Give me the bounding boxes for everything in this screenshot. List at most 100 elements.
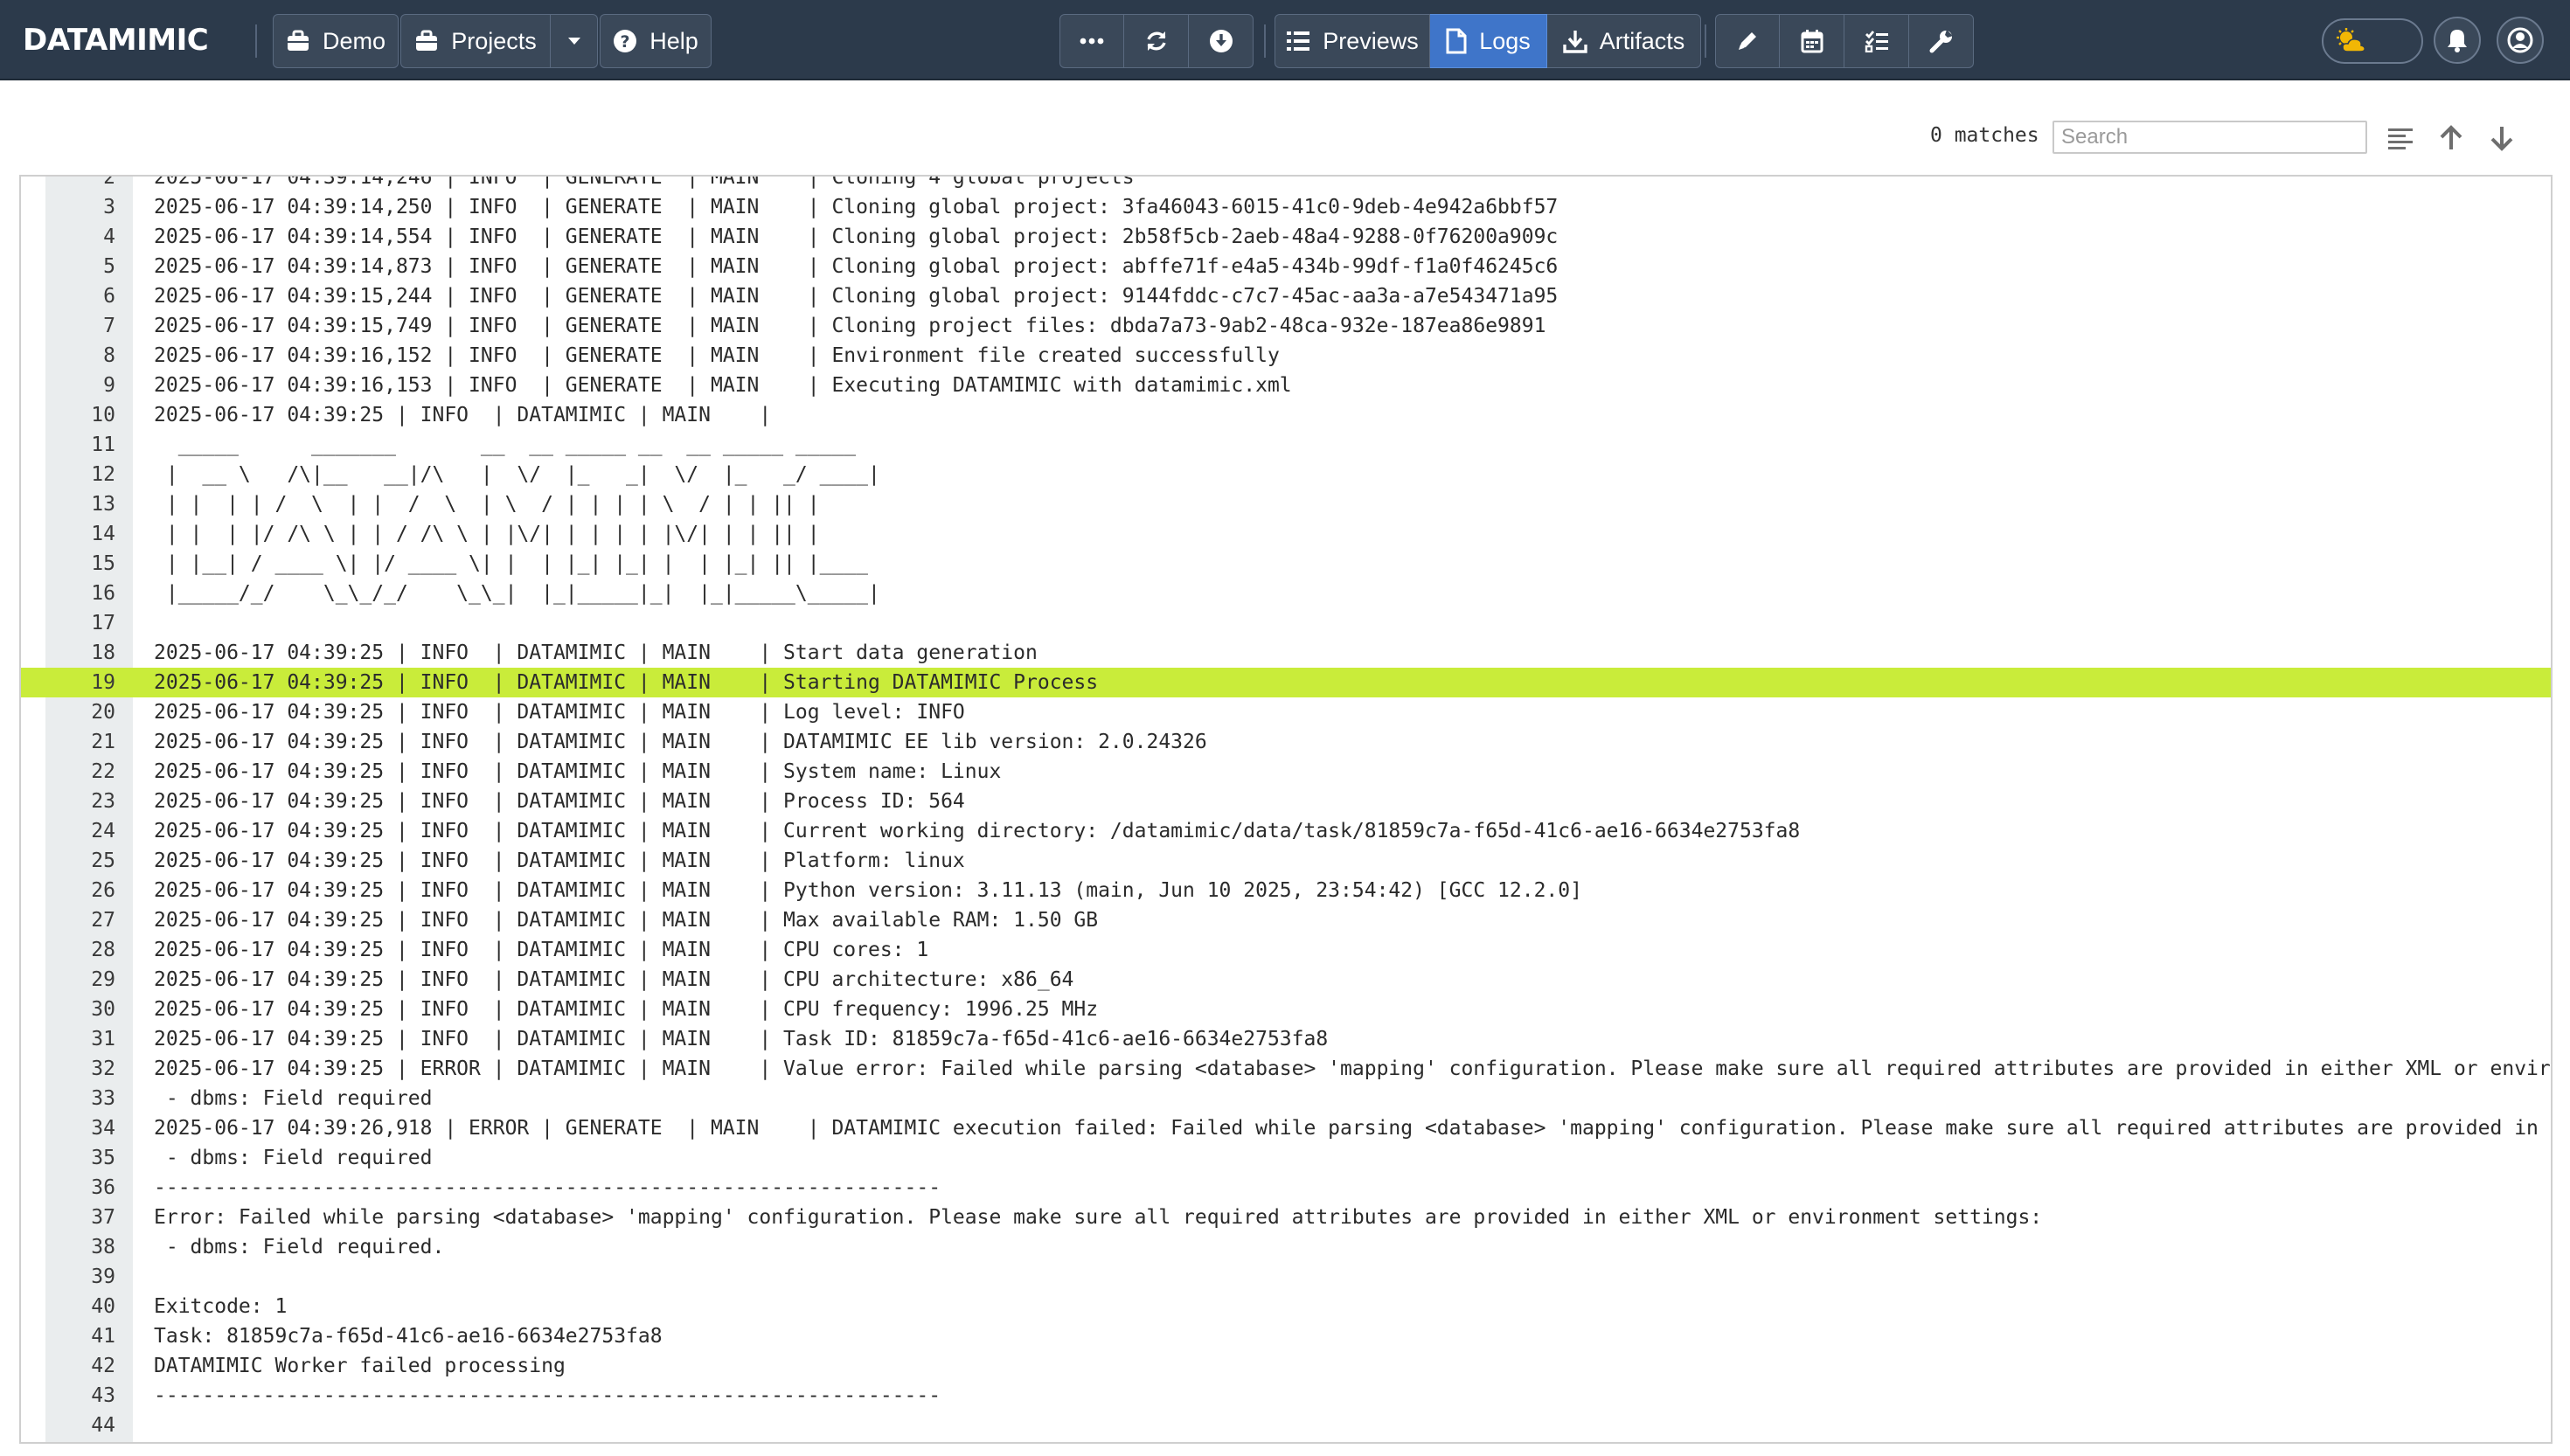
log-line: 35 - dbms: Field required [21, 1143, 2551, 1173]
log-line: 11 _____ _______ __ __ _____ __ __ _____… [21, 430, 2551, 460]
question-circle-icon: ? [613, 29, 637, 53]
line-number: 32 [91, 1057, 115, 1080]
log-line: 14 | | | |/ /\ \ | | / /\ \ | |\/| | | |… [21, 519, 2551, 549]
demo-button[interactable]: Demo [273, 14, 399, 68]
notifications-button[interactable] [2434, 17, 2481, 64]
line-number: 15 [91, 552, 115, 575]
line-number: 2 [103, 175, 115, 189]
log-line-text: - dbms: Field required [154, 1147, 433, 1169]
previous-match-button[interactable] [2434, 121, 2469, 156]
log-line: 8 2025-06-17 04:39:16,152 | INFO | GENERA… [21, 341, 2551, 371]
tab-artifacts[interactable]: Artifacts [1547, 14, 1701, 68]
log-lines: 2 2025-06-17 04:39:14,246 | INFO | GENERA… [21, 175, 2551, 1440]
theme-toggle[interactable] [2322, 18, 2423, 64]
user-circle-icon [2507, 27, 2533, 53]
log-line-text: 2025-06-17 04:39:25 | INFO | DATAMIMIC |… [154, 790, 965, 813]
log-line: 32 2025-06-17 04:39:25 | ERROR | DATAMIMI… [21, 1054, 2551, 1084]
settings-button[interactable] [1909, 14, 1974, 68]
log-line: 6 2025-06-17 04:39:15,244 | INFO | GENERA… [21, 281, 2551, 311]
log-line-text: Exitcode: 1 [154, 1295, 288, 1318]
log-line: 24 2025-06-17 04:39:25 | INFO | DATAMIMIC… [21, 816, 2551, 846]
tasks-button[interactable] [1844, 14, 1909, 68]
log-viewer[interactable]: 2 2025-06-17 04:39:14,246 | INFO | GENERA… [19, 175, 2553, 1444]
log-line-text: - dbms: Field required. [154, 1236, 445, 1258]
schedule-button[interactable] [1780, 14, 1844, 68]
projects-button[interactable]: Projects [400, 14, 551, 68]
log-line: 19 2025-06-17 04:39:25 | INFO | DATAMIMIC… [21, 668, 2551, 697]
log-line-text: 2025-06-17 04:39:16,153 | INFO | GENERAT… [154, 374, 1292, 397]
tab-logs[interactable]: Logs [1430, 14, 1547, 68]
line-number: 4 [103, 225, 115, 248]
tab-previews[interactable]: Previews [1275, 14, 1430, 68]
log-line: 15 | |__| / ____ \| |/ ____ \| | | |_| |… [21, 549, 2551, 579]
log-line-text: 2025-06-17 04:39:15,749 | INFO | GENERAT… [154, 315, 1546, 337]
log-line-text: 2025-06-17 04:39:25 | INFO | DATAMIMIC |… [154, 820, 1801, 842]
log-line-text: 2025-06-17 04:39:25 | ERROR | DATAMIMIC … [154, 1057, 2553, 1080]
projects-group: Projects [400, 14, 598, 68]
log-line-text: |_____/_/ \_\_/_/ \_\_| |_|_____|_| |_|_… [154, 582, 880, 605]
next-match-button[interactable] [2484, 121, 2519, 156]
download-button[interactable] [1189, 14, 1254, 68]
wrench-icon [1929, 29, 1954, 53]
help-button[interactable]: ? Help [600, 14, 712, 68]
log-line: 28 2025-06-17 04:39:25 | INFO | DATAMIMIC… [21, 935, 2551, 965]
tab-logs-label: Logs [1479, 27, 1531, 54]
download-circle-icon [1209, 29, 1233, 53]
pencil-icon [1736, 30, 1759, 52]
log-line: 3 2025-06-17 04:39:14,250 | INFO | GENERA… [21, 192, 2551, 222]
log-line: 20 2025-06-17 04:39:25 | INFO | DATAMIMIC… [21, 697, 2551, 727]
bell-icon [2446, 28, 2469, 52]
line-number: 36 [91, 1176, 115, 1199]
wrap-lines-button[interactable] [2383, 121, 2418, 156]
weather-icon [2336, 28, 2367, 54]
log-line: 17 [21, 608, 2551, 638]
log-line: 40 Exitcode: 1 [21, 1292, 2551, 1321]
log-line-text: Error: Failed while parsing <database> '… [154, 1206, 2043, 1229]
projects-dropdown-toggle[interactable] [551, 14, 598, 68]
log-line: 38 - dbms: Field required. [21, 1232, 2551, 1262]
log-line-text: 2025-06-17 04:39:25 | INFO | DATAMIMIC |… [154, 968, 1074, 991]
caret-down-icon [567, 37, 581, 45]
log-search-input[interactable] [2053, 121, 2367, 154]
projects-label: Projects [451, 27, 537, 54]
tools-group [1715, 14, 1974, 68]
line-number: 17 [91, 612, 115, 634]
file-icon [1446, 28, 1467, 54]
line-number: 38 [91, 1236, 115, 1258]
log-line-text: 2025-06-17 04:39:15,244 | INFO | GENERAT… [154, 285, 1559, 308]
log-line: 33 - dbms: Field required [21, 1084, 2551, 1113]
refresh-button[interactable] [1124, 14, 1189, 68]
log-line-text: 2025-06-17 04:39:14,250 | INFO | GENERAT… [154, 196, 1559, 218]
refresh-icon [1144, 29, 1169, 53]
line-number: 31 [91, 1028, 115, 1050]
user-menu-button[interactable] [2497, 17, 2544, 64]
log-line-text: ----------------------------------------… [154, 1176, 941, 1199]
log-line: 5 2025-06-17 04:39:14,873 | INFO | GENERA… [21, 252, 2551, 281]
line-number: 18 [91, 641, 115, 664]
log-line: 42 DATAMIMIC Worker failed processing [21, 1351, 2551, 1381]
match-count: 0 matches [1930, 124, 2039, 147]
line-number: 28 [91, 939, 115, 961]
line-number: 8 [103, 344, 115, 367]
edit-button[interactable] [1715, 14, 1780, 68]
line-number: 7 [103, 315, 115, 337]
brand-logo[interactable]: DATAMIMIC [23, 19, 209, 61]
more-actions-button[interactable] [1059, 14, 1124, 68]
log-line: 4 2025-06-17 04:39:14,554 | INFO | GENERA… [21, 222, 2551, 252]
nav-divider [255, 24, 257, 58]
log-line-text: 2025-06-17 04:39:25 | INFO | DATAMIMIC |… [154, 909, 1099, 932]
line-number: 19 [45, 668, 115, 697]
log-line-text: ----------------------------------------… [154, 1384, 941, 1407]
log-line: 36 --------------------------------------… [21, 1173, 2551, 1203]
line-number: 26 [91, 879, 115, 902]
log-line: 18 2025-06-17 04:39:25 | INFO | DATAMIMIC… [21, 638, 2551, 668]
svg-text:?: ? [621, 32, 630, 52]
log-line: 22 2025-06-17 04:39:25 | INFO | DATAMIMIC… [21, 757, 2551, 787]
log-line: 26 2025-06-17 04:39:25 | INFO | DATAMIMIC… [21, 876, 2551, 905]
line-number: 11 [91, 433, 115, 456]
log-line-text: 2025-06-17 04:39:26,918 | ERROR | GENERA… [154, 1117, 2551, 1140]
log-line: 41 Task: 81859c7a-f65d-41c6-ae16-6634e275… [21, 1321, 2551, 1351]
line-number: 10 [91, 404, 115, 426]
log-line-text: 2025-06-17 04:39:25 | INFO | DATAMIMIC |… [154, 1028, 1329, 1050]
log-line-text: 2025-06-17 04:39:25 | INFO | DATAMIMIC |… [154, 701, 965, 724]
